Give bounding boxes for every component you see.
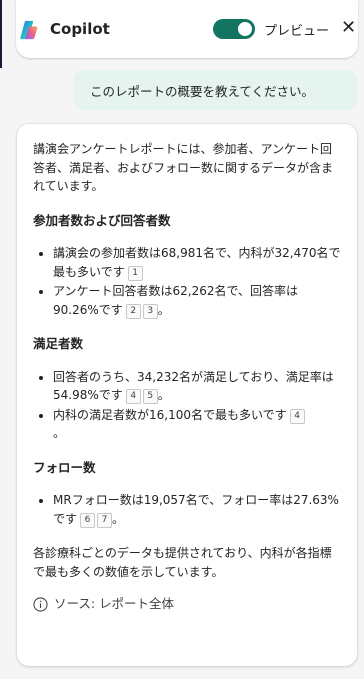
list-item: 内科の満足者数が16,100名で最も多いです4 。 (53, 406, 343, 443)
citation-marker[interactable]: 6 (80, 512, 96, 528)
info-icon (33, 597, 48, 612)
citation-marker[interactable]: 5 (142, 389, 158, 404)
toggle-knob (238, 22, 252, 36)
preview-toggle-label: プレビュー (264, 24, 330, 39)
list-item: 回答者のうち、34,232名が満足しており、満足率は54.98%です45。 (53, 368, 343, 405)
source-reference[interactable]: ソース: レポート全体 (33, 595, 343, 614)
list-item: 講演会の参加者数は68,981名で、内科が32,470名で最も多いです1 (53, 244, 343, 281)
copilot-pane: Copilot プレビュー ✕ このレポートの概要を教えてください。 講演会アン… (0, 0, 364, 679)
section-heading: フォロー数 (33, 459, 96, 475)
citation-marker[interactable]: 3 (142, 303, 158, 319)
section-heading: 満足者数 (33, 336, 84, 351)
app-title: Copilot (50, 20, 110, 38)
bullet-list: MRフォロー数は19,057名で、フォロー率は27.63%です67。 (33, 491, 343, 528)
sentence-end: 。 (112, 511, 125, 526)
close-icon[interactable]: ✕ (341, 18, 356, 38)
copilot-logo-icon (20, 20, 38, 40)
list-item: アンケート回答者数は62,262名で、回答率は90.26%です23。 (53, 282, 343, 319)
list-item-text: MRフォロー数は19,057名で、フォロー率は27.63%です (53, 493, 339, 526)
response-closing: 各診療科ごとのデータも提供されており、内科が各指標で最も多くの数値を示しています… (33, 546, 332, 579)
sentence-end: 。 (157, 302, 170, 317)
citation-marker[interactable]: 4 (125, 389, 141, 404)
list-item-text: アンケート回答者数は62,262名で、回答率は90.26%です (53, 284, 299, 317)
source-label: ソース: レポート全体 (54, 596, 175, 611)
citation-marker[interactable]: 1 (127, 265, 143, 281)
citation-marker[interactable]: 7 (97, 512, 113, 528)
list-item-text: 内科の満足者数が16,100名で最も多いです (53, 407, 287, 422)
list-item-text: 講演会の参加者数は68,981名で、内科が32,470名で最も多いです (53, 246, 341, 279)
header-bar: Copilot プレビュー ✕ (16, 0, 358, 58)
sentence-end: 。 (157, 388, 170, 402)
response-card: 講演会アンケートレポートには、参加者、アンケート回答者、満足者、およびフォロー数… (17, 124, 357, 666)
citation-marker[interactable]: 4 (289, 408, 305, 424)
response-intro: 講演会アンケートレポートには、参加者、アンケート回答者、満足者、およびフォロー数… (33, 142, 334, 193)
list-item-text: 回答者のうち、34,232名が満足しており、満足率は54.98%です (53, 369, 334, 403)
list-item: MRフォロー数は19,057名で、フォロー率は27.63%です67。 (53, 491, 343, 528)
bullet-list: 講演会の参加者数は68,981名で、内科が32,470名で最も多いです1 アンケ… (33, 244, 343, 319)
section-heading: 参加者数および回答者数 (33, 212, 171, 228)
window-edge (0, 0, 2, 68)
bullet-list: 回答者のうち、34,232名が満足しており、満足率は54.98%です45。 内科… (33, 368, 343, 443)
citation-marker[interactable]: 2 (125, 303, 141, 319)
preview-toggle[interactable] (213, 19, 255, 39)
user-message-bubble: このレポートの概要を教えてください。 (74, 70, 357, 110)
sentence-end: 。 (53, 426, 66, 440)
